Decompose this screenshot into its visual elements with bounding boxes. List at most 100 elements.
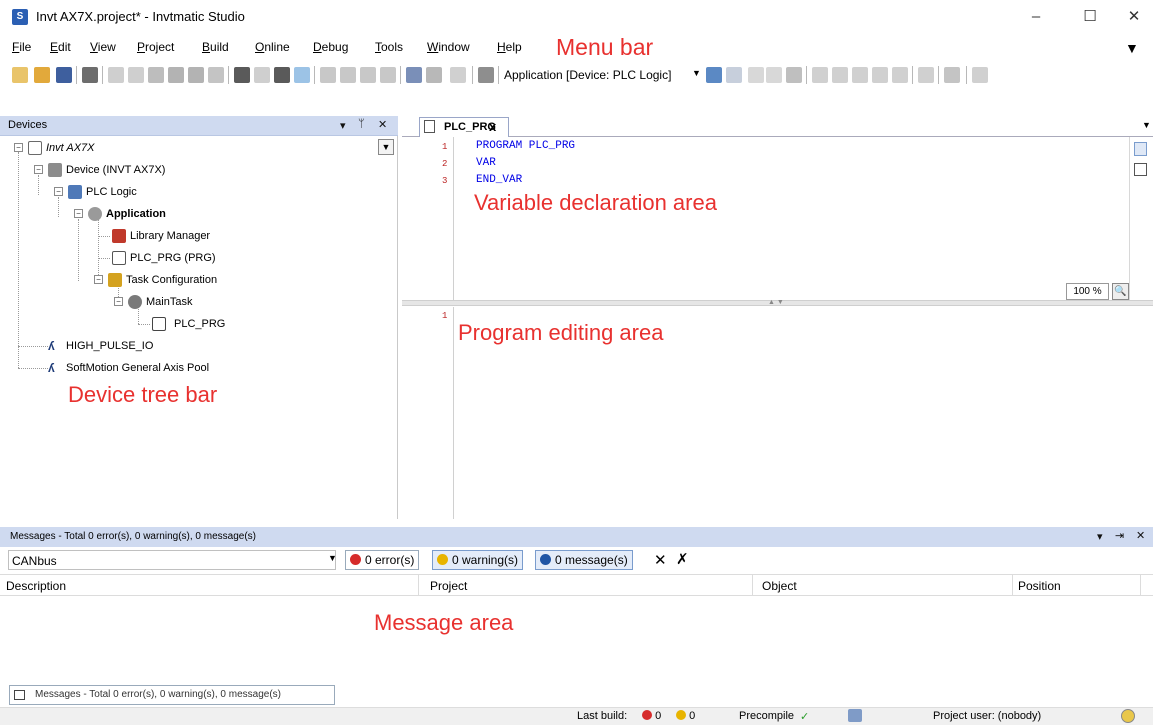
- calendar-icon[interactable]: [478, 67, 494, 83]
- tree-item-application[interactable]: Application: [106, 208, 166, 220]
- minimize-button[interactable]: –: [1014, 4, 1058, 30]
- splitter-arrows-icon[interactable]: ▲ ▼: [768, 299, 784, 306]
- step-into-icon[interactable]: [832, 67, 848, 83]
- column-header-project[interactable]: Project: [430, 579, 467, 593]
- find-in-project-icon[interactable]: [274, 67, 290, 83]
- message-source-select[interactable]: [8, 550, 336, 570]
- chevron-down-icon[interactable]: ▼: [692, 68, 701, 78]
- maximize-button[interactable]: ☐: [1068, 4, 1112, 30]
- menu-window[interactable]: Window: [427, 40, 470, 54]
- column-header-position[interactable]: Position: [1018, 579, 1061, 593]
- tabular-view-icon[interactable]: [1134, 163, 1147, 176]
- find-icon[interactable]: [234, 67, 250, 83]
- replace-icon[interactable]: [254, 67, 270, 83]
- menu-help[interactable]: Help: [497, 40, 522, 54]
- close-pane-icon[interactable]: ✕: [378, 118, 387, 131]
- tree-item-project[interactable]: Invt AX7X: [46, 142, 95, 154]
- active-application-select[interactable]: Application [Device: PLC Logic]: [504, 65, 671, 85]
- bookmark-icon[interactable]: [294, 67, 310, 83]
- close-tab-icon[interactable]: x: [489, 119, 496, 134]
- messages-filter-toggle[interactable]: 0 message(s): [535, 550, 633, 570]
- chevron-down-icon[interactable]: ▼: [378, 139, 394, 155]
- reset-icon[interactable]: [786, 67, 802, 83]
- code-line[interactable]: PROGRAM PLC_PRG: [476, 140, 575, 152]
- menu-edit[interactable]: Edit: [50, 40, 71, 54]
- undo-icon[interactable]: [108, 67, 124, 83]
- column-separator[interactable]: [1140, 575, 1141, 595]
- pin-icon[interactable]: ᛘ: [358, 118, 365, 130]
- new-file-icon[interactable]: [12, 67, 28, 83]
- step-over-icon[interactable]: [812, 67, 828, 83]
- tree-item-softmotion-axis-pool[interactable]: SoftMotion General Axis Pool: [66, 362, 209, 374]
- menu-file[interactable]: File: [12, 40, 31, 54]
- textual-view-icon[interactable]: [1134, 142, 1147, 156]
- notification-icon[interactable]: [1121, 709, 1135, 723]
- tree-item-high-pulse-io[interactable]: HIGH_PULSE_IO: [66, 340, 153, 352]
- write-values-icon[interactable]: [918, 67, 934, 83]
- next-bookmark-icon[interactable]: [340, 67, 356, 83]
- chevron-down-icon[interactable]: ▼: [1142, 120, 1151, 130]
- tree-item-library-manager[interactable]: Library Manager: [130, 230, 210, 242]
- add-object-icon[interactable]: [426, 67, 442, 83]
- menu-online[interactable]: Online: [255, 40, 290, 54]
- menu-tools[interactable]: Tools: [375, 40, 403, 54]
- close-window-button[interactable]: ✕: [1112, 4, 1153, 30]
- column-separator[interactable]: [752, 575, 753, 595]
- breakpoint-icon[interactable]: [892, 67, 908, 83]
- print-icon[interactable]: [82, 67, 98, 83]
- code-line[interactable]: VAR: [476, 157, 496, 169]
- logout-icon[interactable]: [726, 67, 742, 83]
- column-separator[interactable]: [1012, 575, 1013, 595]
- menu-overflow-icon[interactable]: ▼: [1125, 40, 1139, 56]
- online-status-icon[interactable]: [848, 709, 862, 722]
- tree-item-plc-prg-call[interactable]: PLC_PRG: [174, 318, 225, 330]
- toggle-bookmark-icon[interactable]: [320, 67, 336, 83]
- column-header-description[interactable]: Description: [6, 579, 66, 593]
- warnings-filter-toggle[interactable]: 0 warning(s): [432, 550, 524, 570]
- project-user[interactable]: Project user: (nobody): [933, 710, 1041, 722]
- menu-debug[interactable]: Debug: [313, 40, 348, 54]
- collapse-icon[interactable]: −: [54, 187, 63, 196]
- customize-icon[interactable]: [972, 67, 988, 83]
- paste-icon[interactable]: [188, 67, 204, 83]
- pin-icon[interactable]: ⇥: [1115, 529, 1124, 542]
- project-icon[interactable]: [406, 67, 422, 83]
- grid-icon[interactable]: [944, 67, 960, 83]
- clear-all-messages-icon[interactable]: ✗: [676, 550, 689, 568]
- tree-item-plc-prg[interactable]: PLC_PRG (PRG): [130, 252, 216, 264]
- copy-icon[interactable]: [168, 67, 184, 83]
- collapse-icon[interactable]: −: [14, 143, 23, 152]
- collapse-icon[interactable]: −: [94, 275, 103, 284]
- export-icon[interactable]: [450, 67, 466, 83]
- tree-item-plc-logic[interactable]: PLC Logic: [86, 186, 137, 198]
- pane-menu-icon[interactable]: ▾: [1097, 530, 1103, 543]
- chevron-down-icon[interactable]: ▼: [328, 553, 337, 563]
- declaration-editor[interactable]: [402, 137, 1129, 300]
- menu-build[interactable]: Build: [202, 40, 229, 54]
- column-separator[interactable]: [418, 575, 419, 595]
- clear-bookmarks-icon[interactable]: [380, 67, 396, 83]
- redo-icon[interactable]: [128, 67, 144, 83]
- menu-project[interactable]: Project: [137, 40, 174, 54]
- run-icon[interactable]: [748, 67, 764, 83]
- tree-item-task-configuration[interactable]: Task Configuration: [126, 274, 217, 286]
- collapse-icon[interactable]: −: [74, 209, 83, 218]
- previous-bookmark-icon[interactable]: [360, 67, 376, 83]
- close-pane-icon[interactable]: ✕: [1136, 529, 1145, 542]
- errors-filter-toggle[interactable]: 0 error(s): [345, 550, 420, 570]
- open-folder-icon[interactable]: [34, 67, 50, 83]
- zoom-icon[interactable]: 🔍: [1112, 283, 1129, 300]
- tree-item-device[interactable]: Device (INVT AX7X): [66, 164, 165, 176]
- code-line[interactable]: END_VAR: [476, 174, 522, 186]
- column-header-object[interactable]: Object: [762, 579, 797, 593]
- stop-icon[interactable]: [766, 67, 782, 83]
- pane-menu-icon[interactable]: ▾: [340, 119, 346, 132]
- login-icon[interactable]: [706, 67, 722, 83]
- run-to-cursor-icon[interactable]: [872, 67, 888, 83]
- zoom-level[interactable]: 100 %: [1066, 283, 1109, 300]
- tree-item-maintask[interactable]: MainTask: [146, 296, 192, 308]
- collapse-icon[interactable]: −: [34, 165, 43, 174]
- precompile-status[interactable]: Precompile: [739, 710, 794, 722]
- cut-icon[interactable]: [148, 67, 164, 83]
- menu-view[interactable]: View: [90, 40, 116, 54]
